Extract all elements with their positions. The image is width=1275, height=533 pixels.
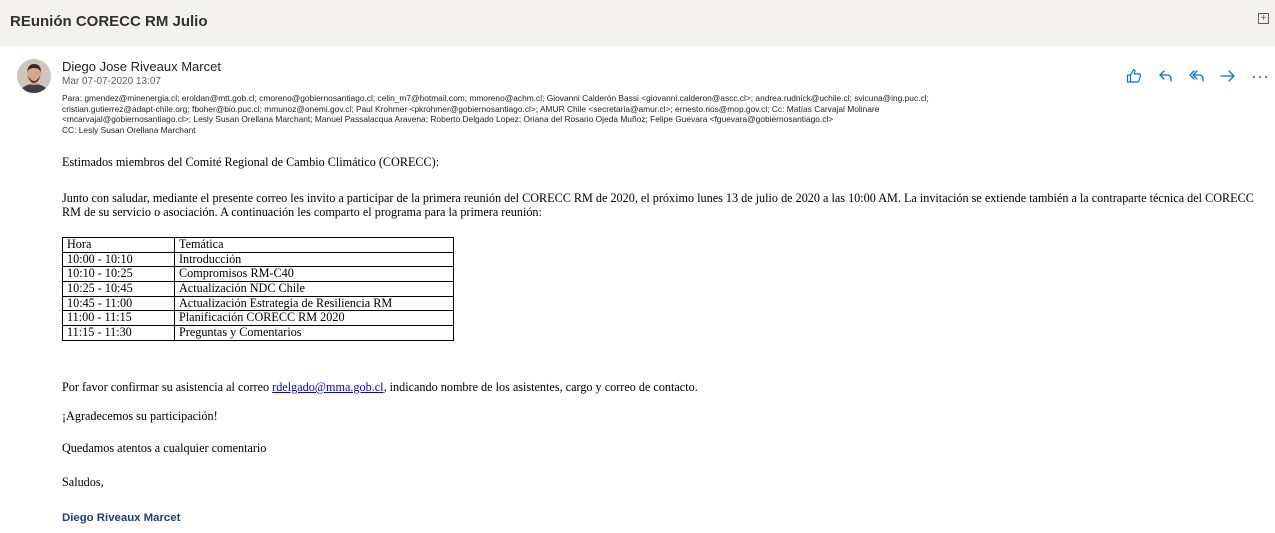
expand-icon[interactable]: + (1258, 13, 1269, 24)
to-line-1[interactable]: Para: gmendez@minenergia.cl; eroldan@mtt… (62, 93, 1267, 104)
table-cell-topic: Preguntas y Comentarios (174, 325, 454, 341)
intro-paragraph: Junto con saludar, mediante el presente … (62, 191, 1254, 219)
table-header-cell: Hora (62, 237, 175, 253)
reply-icon[interactable] (1157, 67, 1175, 85)
table-cell-topic: Planificación CORECC RM 2020 (174, 310, 454, 327)
table-cell-topic: Introducción (174, 251, 454, 268)
table-cell-topic: Actualización NDC Chile (174, 281, 454, 297)
to-line-3[interactable]: <mcarvajal@gobiernosantiago.cl>; Lesly S… (62, 114, 1267, 125)
sender-avatar[interactable] (17, 59, 51, 93)
contact-email-link[interactable]: rdelgado@mma.gob.cl (272, 380, 383, 394)
agenda-table: Hora Temática 10:00 - 10:10 Introducción… (62, 237, 454, 341)
table-row: 11:15 - 11:30 Preguntas y Comentarios (62, 325, 454, 341)
table-header-cell: Temática (174, 237, 454, 253)
confirm-text-before: Por favor confirmar su asistencia al cor… (62, 380, 273, 394)
table-cell-time: 11:00 - 11:15 (62, 310, 175, 327)
subject-bar: REunión CORECC RM Julio + (0, 0, 1275, 46)
table-cell-time: 11:15 - 11:30 (62, 325, 175, 341)
table-cell-time: 10:00 - 10:10 (62, 251, 175, 268)
table-row: 10:25 - 10:45 Actualización NDC Chile (62, 281, 454, 297)
table-cell-time: 10:25 - 10:45 (62, 281, 175, 297)
table-cell-time: 10:45 - 11:00 (62, 295, 175, 312)
table-row: 10:10 - 10:25 Compromisos RM-C40 (62, 266, 454, 283)
message-date: Mar 07-07-2020 13:07 (62, 76, 161, 87)
greeting: Estimados miembros del Comité Regional d… (62, 155, 440, 169)
confirm-text-after: , indicando nombre de los asistentes, ca… (383, 380, 698, 394)
table-cell-topic: Actualización Estrategia de Resiliencia … (174, 295, 454, 312)
reply-all-icon[interactable] (1188, 67, 1206, 85)
sender-name[interactable]: Diego Jose Riveaux Marcet (62, 59, 221, 74)
thanks-line: ¡Agradecemos su participación! (62, 409, 218, 423)
recipients-block: Para: gmendez@minenergia.cl; eroldan@mtt… (62, 93, 1267, 135)
table-cell-topic: Compromisos RM-C40 (174, 266, 454, 283)
closing-note: Quedamos atentos a cualquier comentario (62, 441, 267, 455)
table-row: 11:00 - 11:15 Planificación CORECC RM 20… (62, 310, 454, 327)
like-icon[interactable] (1125, 67, 1143, 85)
to-line-2[interactable]: cristian.gutierrez@adapt-chile.org; fboh… (62, 104, 1267, 115)
confirm-paragraph: Por favor confirmar su asistencia al cor… (62, 380, 698, 395)
more-icon[interactable] (1251, 67, 1269, 85)
table-header-row: Hora Temática (62, 237, 454, 253)
signature-name: Diego Riveaux Marcet (62, 512, 181, 524)
forward-icon[interactable] (1219, 67, 1237, 85)
regards-line: Saludos, (62, 475, 104, 489)
table-row: 10:00 - 10:10 Introducción (62, 251, 454, 268)
table-row: 10:45 - 11:00 Actualización Estrategia d… (62, 295, 454, 312)
cc-line[interactable]: CC: Lesly Susan Orellana Marchant (62, 125, 1267, 136)
table-cell-time: 10:10 - 10:25 (62, 266, 175, 283)
message-subject: REunión CORECC RM Julio (10, 13, 208, 30)
